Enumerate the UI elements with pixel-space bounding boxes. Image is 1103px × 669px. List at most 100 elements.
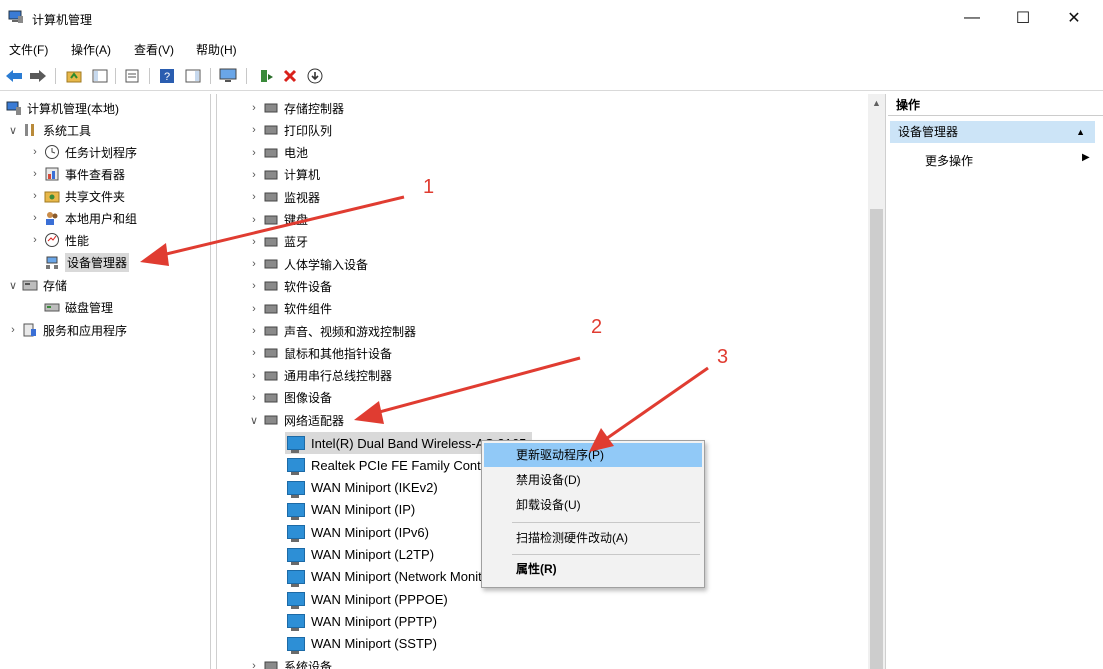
menu-file[interactable]: 文件(F) (9, 41, 48, 58)
chevron-right-icon[interactable]: › (28, 146, 42, 158)
chevron-right-icon[interactable]: › (28, 168, 42, 180)
chevron-right-icon[interactable]: › (247, 147, 261, 159)
uninstall-x-icon[interactable] (280, 66, 300, 86)
chevron-right-icon[interactable]: › (247, 280, 261, 292)
chevron-right-icon[interactable]: › (247, 191, 261, 203)
tree-item-system-tools[interactable]: ∨ 系统工具 (6, 119, 91, 141)
up-folder-icon[interactable] (64, 66, 84, 86)
chevron-right-icon[interactable]: › (247, 347, 261, 359)
chevron-right-icon[interactable]: › (247, 325, 261, 337)
chevron-right-icon[interactable]: › (28, 190, 42, 202)
network-adapter-item[interactable]: WAN Miniport (L2TP) (285, 544, 434, 566)
menu-action[interactable]: 操作(A) (71, 41, 111, 58)
chevron-right-icon[interactable]: › (247, 258, 261, 270)
imaging-device-icon (263, 390, 279, 406)
chevron-down-icon[interactable]: ∨ (6, 124, 20, 137)
collapse-up-icon[interactable]: ▲ (1076, 121, 1085, 143)
network-adapter-item[interactable]: WAN Miniport (PPTP) (285, 610, 437, 632)
device-category[interactable]: › 通用串行总线控制器 (247, 365, 392, 387)
device-category[interactable]: › 电池 (247, 142, 308, 164)
update-driver-icon[interactable] (256, 66, 276, 86)
tree-item-storage[interactable]: ∨ 存储 (6, 274, 67, 296)
device-category[interactable]: › 计算机 (247, 164, 320, 186)
tree-item-shared-folders[interactable]: › 共享文件夹 (28, 185, 125, 207)
help-icon[interactable]: ? (157, 66, 177, 86)
chevron-right-icon[interactable]: › (247, 236, 261, 248)
chevron-down-icon[interactable]: ∨ (6, 279, 20, 292)
tools-icon (25, 124, 34, 136)
monitor-icon[interactable] (218, 66, 238, 86)
menu-update-driver[interactable]: 更新驱动程序(P) (484, 443, 702, 467)
tree-item-services-apps[interactable]: › 服务和应用程序 (6, 319, 127, 341)
tree-item-task-scheduler[interactable]: › 任务计划程序 (28, 141, 137, 163)
network-adapter-item[interactable]: Realtek PCIe FE Family Controller (285, 454, 510, 476)
print-queue-icon (263, 122, 279, 138)
show-hide-action-pane-icon[interactable] (183, 66, 203, 86)
chevron-right-icon[interactable]: › (247, 169, 261, 181)
maximize-button[interactable]: ☐ (1000, 0, 1046, 36)
chevron-right-icon[interactable]: › (247, 660, 261, 669)
menu-properties[interactable]: 属性(R) (484, 557, 702, 581)
annotation-number-2: 2 (591, 316, 603, 338)
chevron-down-icon[interactable]: ∨ (247, 414, 261, 427)
menu-help[interactable]: 帮助(H) (196, 41, 237, 58)
network-adapter-item[interactable]: WAN Miniport (Network Monitor) (285, 566, 498, 588)
forward-arrow-icon[interactable] (28, 66, 48, 86)
device-category[interactable]: › 存储控制器 (247, 97, 344, 119)
actions-pane: 操作 设备管理器 ▲ 更多操作 ▶ (888, 94, 1103, 669)
chevron-right-icon[interactable]: › (247, 392, 261, 404)
more-actions-item[interactable]: 更多操作 (925, 152, 973, 169)
device-category[interactable]: › 鼠标和其他指针设备 (247, 342, 392, 364)
chevron-right-icon[interactable]: › (247, 102, 261, 114)
vertical-scrollbar[interactable]: ▲ (868, 94, 885, 669)
device-category[interactable]: › 打印队列 (247, 119, 332, 141)
device-category[interactable]: › 蓝牙 (247, 231, 308, 253)
storage-controller-icon (263, 100, 279, 116)
category-label: 图像设备 (284, 391, 333, 406)
device-category[interactable]: › 声音、视频和游戏控制器 (247, 320, 416, 342)
enable-device-icon[interactable] (305, 66, 325, 86)
menu-uninstall-device[interactable]: 卸载设备(U) (484, 493, 702, 517)
show-hide-tree-icon[interactable] (90, 66, 110, 86)
device-category[interactable]: › 图像设备 (247, 387, 332, 409)
network-adapter-item[interactable]: WAN Miniport (IP) (285, 499, 415, 521)
tree-item-local-users[interactable]: › 本地用户和组 (28, 207, 137, 229)
category-label: 人体学输入设备 (284, 257, 369, 272)
tree-item-event-viewer[interactable]: › 事件查看器 (28, 163, 125, 185)
tree-item-computer-management[interactable]: 计算机管理(本地) (4, 97, 119, 119)
back-arrow-icon[interactable] (4, 66, 24, 86)
network-adapter-item[interactable]: WAN Miniport (IKEv2) (285, 477, 438, 499)
menu-scan-hardware[interactable]: 扫描检测硬件改动(A) (484, 526, 702, 550)
tree-item-device-manager[interactable]: 设备管理器 (42, 251, 130, 273)
network-adapter-item[interactable]: WAN Miniport (SSTP) (285, 633, 437, 655)
device-category[interactable]: ∨ 网络适配器 (247, 409, 344, 431)
scrollbar-thumb[interactable] (870, 209, 883, 669)
scroll-up-icon[interactable]: ▲ (868, 94, 885, 111)
device-category[interactable]: › 系统设备 (247, 655, 332, 669)
actions-section-device-manager[interactable]: 设备管理器 ▲ (890, 121, 1095, 143)
chevron-right-icon[interactable]: › (6, 324, 20, 336)
minimize-button[interactable]: — (949, 0, 995, 36)
device-category[interactable]: › 键盘 (247, 209, 308, 231)
properties-sheet-icon[interactable] (122, 66, 142, 86)
network-adapter-item[interactable]: WAN Miniport (PPPOE) (285, 588, 448, 610)
chevron-right-icon[interactable]: › (247, 370, 261, 382)
chevron-right-icon[interactable]: › (247, 124, 261, 136)
device-category[interactable]: › 监视器 (247, 186, 320, 208)
close-button[interactable]: ✕ (1051, 0, 1097, 36)
network-adapter-icon (287, 547, 305, 565)
chevron-right-icon[interactable]: › (247, 214, 261, 226)
tree-item-disk-management[interactable]: 磁盘管理 (42, 296, 113, 318)
device-category[interactable]: › 人体学输入设备 (247, 253, 368, 275)
menu-view[interactable]: 查看(V) (134, 41, 174, 58)
device-category[interactable]: › 软件设备 (247, 275, 332, 297)
network-adapter-item[interactable]: WAN Miniport (IPv6) (285, 521, 429, 543)
chevron-right-icon[interactable]: › (28, 234, 42, 246)
submenu-arrow-icon[interactable]: ▶ (1082, 152, 1090, 163)
tree-item-label: 事件查看器 (65, 167, 126, 182)
chevron-right-icon[interactable]: › (28, 212, 42, 224)
device-category[interactable]: › 软件组件 (247, 298, 332, 320)
menu-disable-device[interactable]: 禁用设备(D) (484, 468, 702, 492)
tree-item-performance[interactable]: › 性能 (28, 229, 89, 251)
chevron-right-icon[interactable]: › (247, 303, 261, 315)
